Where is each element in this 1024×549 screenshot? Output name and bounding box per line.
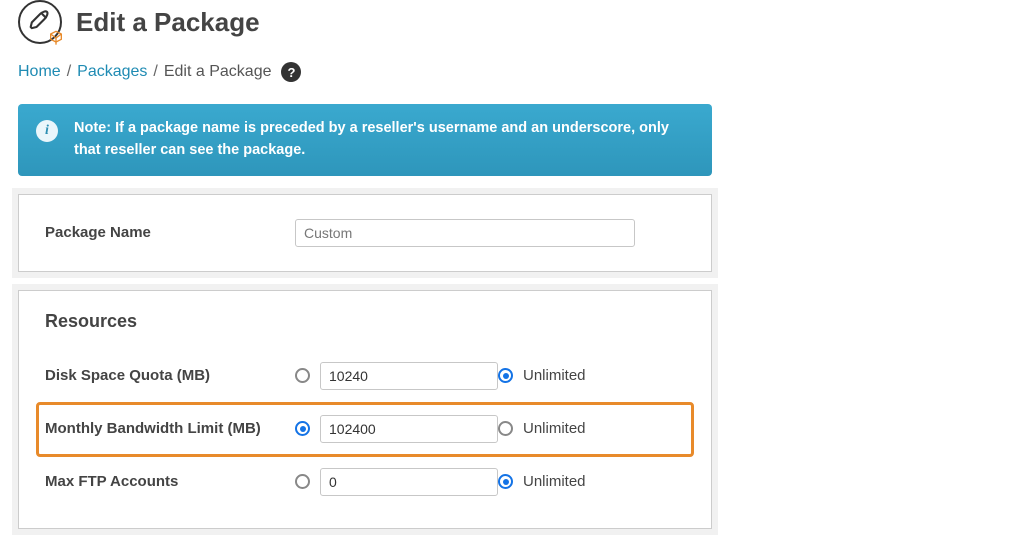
package-name-label: Package Name bbox=[45, 223, 295, 243]
resource-unlimited-radio[interactable] bbox=[498, 474, 513, 489]
package-header-icon bbox=[18, 0, 62, 44]
resource-row: Disk Space Quota (MB) Unlimited bbox=[45, 350, 685, 403]
resource-value-radio[interactable] bbox=[295, 421, 310, 436]
resource-unlimited-label: Unlimited bbox=[523, 473, 586, 490]
page-title: Edit a Package bbox=[76, 7, 260, 38]
notice-text: Note: If a package name is preceded by a… bbox=[74, 118, 694, 162]
info-icon: i bbox=[36, 120, 58, 142]
breadcrumb-packages[interactable]: Packages bbox=[77, 63, 147, 81]
breadcrumb: Home / Packages / Edit a Package ? bbox=[18, 62, 1006, 82]
resource-value-radio[interactable] bbox=[295, 474, 310, 489]
resource-label: Max FTP Accounts bbox=[45, 472, 295, 492]
resources-panel: Resources Disk Space Quota (MB) Unlimited… bbox=[18, 290, 712, 529]
notice-bar: i Note: If a package name is preceded by… bbox=[18, 104, 712, 176]
resource-value-radio[interactable] bbox=[295, 368, 310, 383]
resource-row: Max FTP Accounts Unlimited bbox=[45, 456, 685, 508]
help-icon[interactable]: ? bbox=[281, 62, 301, 82]
resource-row: Monthly Bandwidth Limit (MB) Unlimited bbox=[37, 403, 693, 456]
resource-unlimited-radio[interactable] bbox=[498, 368, 513, 383]
resource-label: Disk Space Quota (MB) bbox=[45, 366, 295, 386]
package-name-input[interactable] bbox=[295, 219, 635, 247]
resource-unlimited-label: Unlimited bbox=[523, 367, 586, 384]
resource-unlimited-radio[interactable] bbox=[498, 421, 513, 436]
package-name-panel: Package Name bbox=[18, 194, 712, 272]
breadcrumb-current: Edit a Package bbox=[164, 63, 272, 81]
resource-label: Monthly Bandwidth Limit (MB) bbox=[45, 419, 295, 439]
resources-title: Resources bbox=[45, 311, 685, 332]
resource-value-input[interactable] bbox=[320, 468, 498, 496]
resource-value-input[interactable] bbox=[320, 415, 498, 443]
resource-unlimited-label: Unlimited bbox=[523, 420, 586, 437]
resource-value-input[interactable] bbox=[320, 362, 498, 390]
breadcrumb-home[interactable]: Home bbox=[18, 63, 61, 81]
